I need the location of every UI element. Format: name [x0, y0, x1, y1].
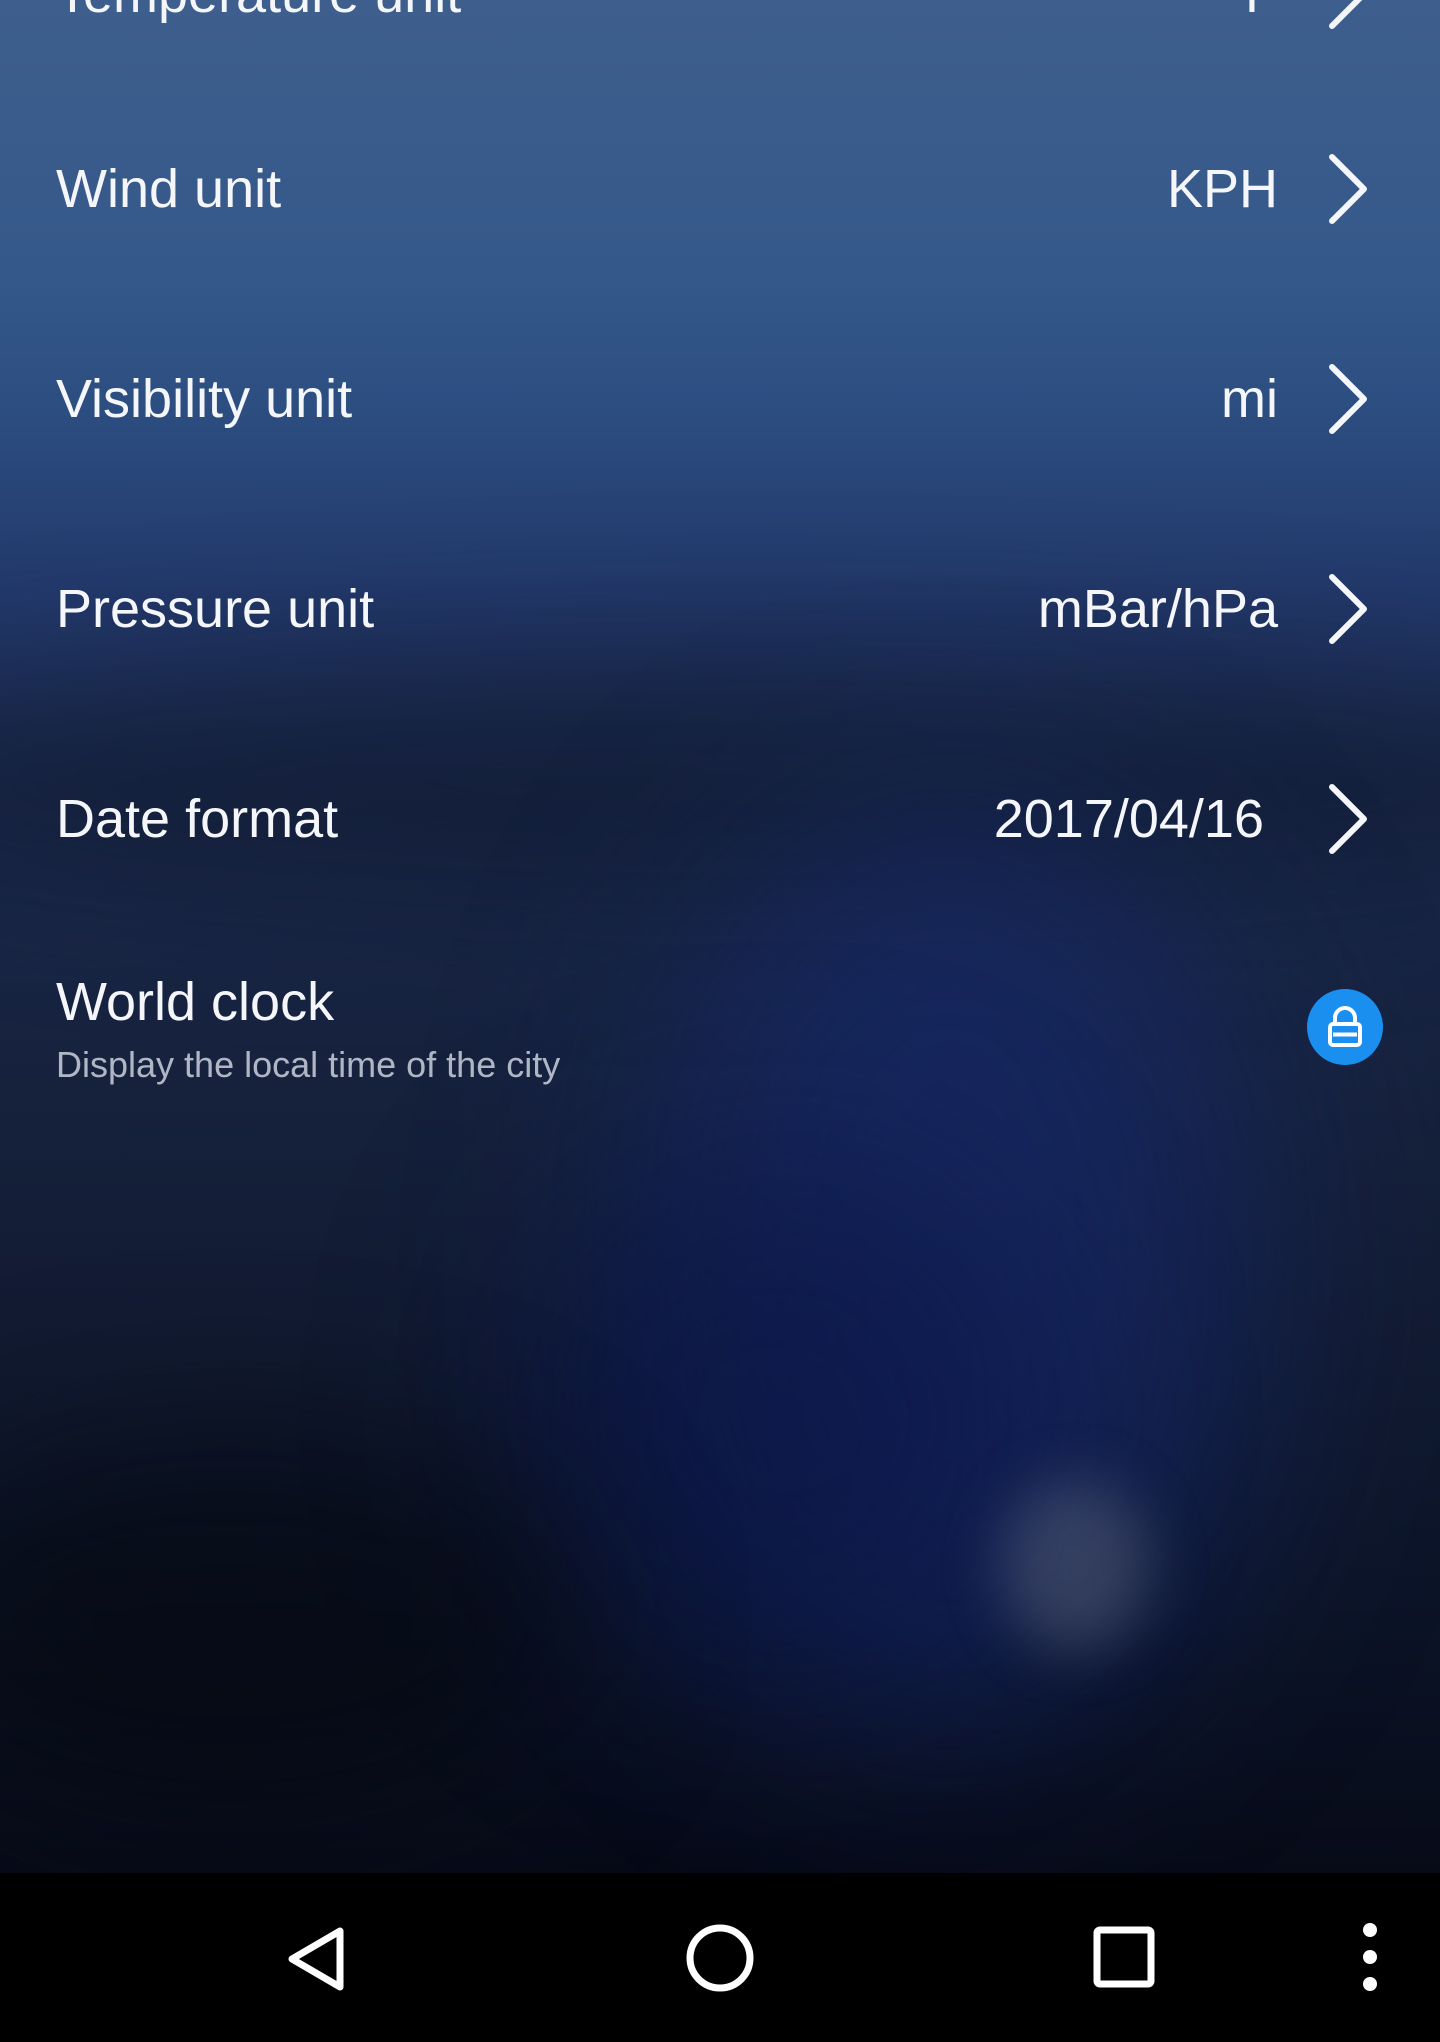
world-clock-lock-button[interactable]: [1307, 989, 1383, 1065]
temperature-unit-row[interactable]: Temperature unit °F: [0, 0, 1440, 29]
lock-icon: [1328, 1006, 1362, 1047]
world-clock-title: World clock: [56, 972, 335, 1032]
system-navigation-bar: [0, 1873, 1440, 2042]
chevron-right-icon: [1329, 154, 1367, 224]
wind-unit-label: Wind unit: [56, 159, 282, 219]
date-format-row[interactable]: Date format 2017/04/16: [0, 784, 1440, 854]
chevron-right-icon: [1329, 0, 1363, 29]
visibility-unit-value: mi: [1221, 369, 1278, 429]
temperature-unit-value: °F: [1223, 0, 1278, 26]
more-vertical-icon[interactable]: [1340, 1873, 1400, 2042]
chevron-right-icon: [1329, 784, 1367, 854]
temperature-unit-label: Temperature unit: [56, 0, 461, 26]
visibility-unit-row[interactable]: Visibility unit mi: [0, 364, 1440, 434]
world-clock-description: Display the local time of the city: [56, 1044, 561, 1085]
home-circle-icon[interactable]: [665, 1873, 775, 2042]
visibility-unit-label: Visibility unit: [56, 369, 353, 429]
wind-unit-value: KPH: [1166, 159, 1278, 219]
chevron-right-icon: [1329, 364, 1367, 434]
pressure-unit-value: mBar/hPa: [1037, 579, 1278, 639]
back-triangle-icon[interactable]: [262, 1873, 372, 2042]
chevron-right-icon: [1329, 574, 1367, 644]
pressure-unit-label: Pressure unit: [56, 579, 375, 639]
wind-unit-row[interactable]: Wind unit KPH: [0, 154, 1440, 224]
date-format-value: 2017/04/16: [993, 789, 1264, 849]
blurred-background: [0, 0, 1440, 1873]
date-format-label: Date format: [56, 789, 339, 849]
recents-square-icon[interactable]: [1070, 1873, 1180, 2042]
pressure-unit-row[interactable]: Pressure unit mBar/hPa: [0, 574, 1440, 644]
